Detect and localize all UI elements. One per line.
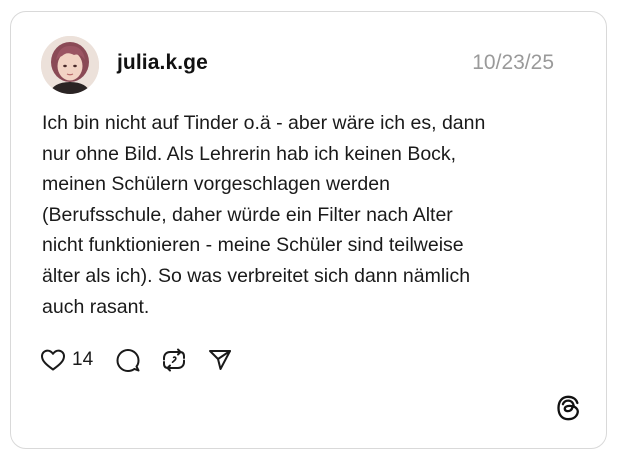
username[interactable]: julia.k.ge (117, 51, 208, 75)
avatar[interactable] (41, 36, 99, 94)
post-text-line: meinen Schülern vorgeschlagen werden (42, 173, 390, 196)
post-text: Ich bin nicht auf Tinder o.ä - aber wäre… (42, 108, 582, 322)
threads-logo-icon (554, 394, 582, 422)
post-card: julia.k.ge 10/23/25 Ich bin nicht auf Ti… (10, 11, 607, 449)
post-text-line: älter als ich). So was verbreitet sich d… (42, 264, 471, 287)
send-icon (209, 350, 232, 370)
heart-icon (41, 349, 65, 371)
post-text-line: nicht funktionieren - meine Schüler sind… (42, 234, 464, 257)
avatar-image (41, 36, 99, 94)
share-button[interactable] (207, 347, 233, 373)
reply-button[interactable] (115, 347, 141, 373)
repost-button[interactable] (161, 347, 187, 373)
repost-icon (163, 348, 186, 372)
like-button[interactable]: 14 (40, 348, 93, 372)
post-text-line: (Berufsschule, daher würde ein Filter na… (42, 203, 453, 226)
post-text-line: Ich bin nicht auf Tinder o.ä - aber wäre… (42, 112, 486, 134)
action-bar: 14 (40, 345, 233, 375)
post-text-line: nur ohne Bild. Als Lehrerin hab ich kein… (42, 142, 457, 165)
post-date: 10/23/25 (472, 51, 554, 74)
comment-icon (116, 349, 140, 372)
post-text-line: auch rasant. (42, 295, 150, 318)
like-count: 14 (72, 349, 94, 370)
